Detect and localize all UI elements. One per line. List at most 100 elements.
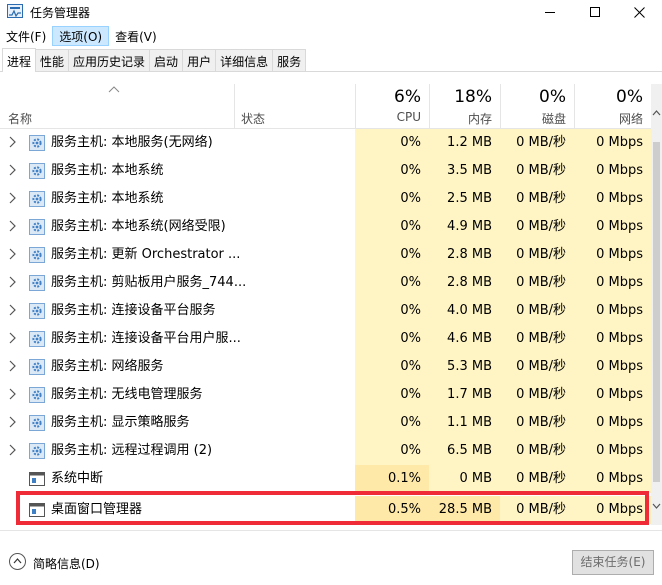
process-name: 系统中断	[51, 471, 104, 486]
cpu-value: 0%	[355, 213, 429, 241]
end-task-button[interactable]: 结束任务(E)	[572, 550, 654, 575]
gear-icon	[29, 387, 45, 403]
gear-icon	[29, 163, 45, 179]
chevron-right-icon[interactable]	[9, 416, 16, 428]
tab-processes[interactable]: 进程	[2, 48, 37, 72]
tab-bar: 进程 性能 应用历史记录 启动 用户 详细信息 服务	[0, 48, 662, 72]
minimize-button[interactable]	[527, 0, 572, 24]
menu-file[interactable]: 文件(F)	[0, 26, 52, 46]
table-row[interactable]: 服务主机: 无线电管理服务 0% 1.7 MB 0 MB/秒 0 Mbps	[0, 381, 651, 409]
column-header: 名称 状态 6% CPU 18% 内存 0% 磁盘 0% 网络	[0, 84, 651, 129]
close-icon	[634, 6, 645, 18]
process-name: 服务主机: 显示策略服务	[51, 415, 190, 430]
header-status[interactable]: 状态	[241, 110, 265, 127]
gear-icon	[29, 135, 45, 151]
chevron-right-icon[interactable]	[9, 164, 16, 176]
disk-value: 0 MB/秒	[500, 297, 574, 325]
network-value: 0 Mbps	[574, 353, 651, 381]
tab-details[interactable]: 详细信息	[215, 49, 274, 71]
tab-services[interactable]: 服务	[272, 49, 307, 71]
chevron-right-icon[interactable]	[9, 276, 16, 288]
fewer-details-button[interactable]	[9, 553, 26, 570]
memory-label: 内存	[467, 112, 492, 126]
process-name: 服务主机: 无线电管理服务	[51, 387, 203, 402]
disk-value: 0 MB/秒	[500, 353, 574, 381]
table-row[interactable]: 服务主机: 连接设备平台服务 0% 4.0 MB 0 MB/秒 0 Mbps	[0, 297, 651, 325]
table-row[interactable]: 服务主机: 本地系统 0% 3.5 MB 0 MB/秒 0 Mbps	[0, 157, 651, 185]
table-row[interactable]: 系统中断 0.1% 0 MB 0 MB/秒 0 Mbps	[0, 465, 651, 493]
process-name: 服务主机: 远程过程调用 (2)	[51, 443, 213, 458]
scroll-thumb[interactable]	[653, 142, 660, 482]
maximize-button[interactable]	[572, 0, 617, 24]
process-list: 服务主机: 本地服务(无网络) 0% 1.2 MB 0 MB/秒 0 Mbps …	[0, 129, 651, 524]
scroll-down-icon[interactable]	[652, 503, 661, 509]
chevron-right-icon[interactable]	[9, 220, 16, 232]
gear-icon	[29, 443, 45, 459]
chevron-right-icon[interactable]	[9, 360, 16, 372]
table-row[interactable]: 服务主机: 本地系统(网络受限) 0% 4.9 MB 0 MB/秒 0 Mbps	[0, 213, 651, 241]
memory-total: 18%	[454, 87, 492, 107]
chevron-right-icon[interactable]	[9, 304, 16, 316]
task-manager-icon	[7, 4, 23, 18]
tab-performance[interactable]: 性能	[35, 49, 70, 71]
cpu-value: 0%	[355, 353, 429, 381]
chevron-right-icon[interactable]	[9, 332, 16, 344]
chevron-right-icon[interactable]	[9, 136, 16, 148]
network-value: 0 Mbps	[574, 465, 651, 493]
tab-users[interactable]: 用户	[182, 49, 217, 71]
table-row[interactable]: 服务主机: 连接设备平台用户服... 0% 4.6 MB 0 MB/秒 0 Mb…	[0, 325, 651, 353]
fewer-details-label[interactable]: 简略信息(D)	[33, 555, 100, 572]
close-button[interactable]	[617, 0, 662, 24]
memory-value: 0 MB	[429, 465, 500, 493]
chevron-right-icon[interactable]	[9, 444, 16, 456]
menu-view[interactable]: 查看(V)	[109, 26, 163, 46]
chevron-right-icon[interactable]	[9, 248, 16, 260]
memory-value: 4.9 MB	[429, 213, 500, 241]
table-row[interactable]: 服务主机: 更新 Orchestrator ... 0% 2.8 MB 0 MB…	[0, 241, 651, 269]
process-name: 服务主机: 本地系统(网络受限)	[51, 219, 226, 234]
gear-icon	[29, 303, 45, 319]
network-value: 0 Mbps	[574, 381, 651, 409]
table-row[interactable]: 服务主机: 剪贴板用户服务_744... 0% 2.8 MB 0 MB/秒 0 …	[0, 269, 651, 297]
disk-value: 0 MB/秒	[500, 157, 574, 185]
process-name: 服务主机: 剪贴板用户服务_744...	[51, 275, 247, 290]
tab-app-history[interactable]: 应用历史记录	[68, 49, 151, 71]
table-row[interactable]: 服务主机: 本地系统 0% 2.5 MB 0 MB/秒 0 Mbps	[0, 185, 651, 213]
cpu-value: 0%	[355, 157, 429, 185]
disk-value: 0 MB/秒	[500, 381, 574, 409]
cpu-total: 6%	[394, 87, 421, 107]
table-row[interactable]: 服务主机: 本地服务(无网络) 0% 1.2 MB 0 MB/秒 0 Mbps	[0, 129, 651, 157]
menu-options[interactable]: 选项(O)	[52, 26, 110, 46]
maximize-icon	[589, 7, 600, 17]
cpu-value: 0%	[355, 241, 429, 269]
table-row[interactable]: 服务主机: 网络服务 0% 5.3 MB 0 MB/秒 0 Mbps	[0, 353, 651, 381]
network-value: 0 Mbps	[574, 409, 651, 437]
tab-startup[interactable]: 启动	[149, 49, 184, 71]
header-network[interactable]: 0% 网络	[574, 84, 651, 129]
header-name[interactable]: 名称	[8, 110, 32, 127]
gear-icon	[29, 415, 45, 431]
table-row[interactable]: 服务主机: 显示策略服务 0% 1.1 MB 0 MB/秒 0 Mbps	[0, 409, 651, 437]
header-cpu[interactable]: 6% CPU	[355, 84, 429, 129]
header-memory[interactable]: 18% 内存	[429, 84, 500, 129]
disk-value: 0 MB/秒	[500, 213, 574, 241]
chevron-right-icon[interactable]	[9, 388, 16, 400]
chevron-right-icon[interactable]	[9, 192, 16, 204]
column-divider[interactable]	[234, 84, 235, 129]
network-total: 0%	[616, 87, 643, 107]
process-name: 服务主机: 网络服务	[51, 359, 164, 374]
memory-value: 2.8 MB	[429, 269, 500, 297]
process-name: 服务主机: 本地服务(无网络)	[51, 135, 213, 150]
vertical-scrollbar[interactable]	[651, 84, 662, 525]
scroll-up-icon[interactable]	[652, 110, 661, 116]
window-title: 任务管理器	[30, 6, 91, 20]
network-value: 0 Mbps	[574, 185, 651, 213]
network-value: 0 Mbps	[574, 157, 651, 185]
cpu-value: 0%	[355, 409, 429, 437]
gear-icon	[29, 219, 45, 235]
window-icon	[29, 472, 45, 486]
table-row[interactable]: 服务主机: 远程过程调用 (2) 0% 6.5 MB 0 MB/秒 0 Mbps	[0, 437, 651, 465]
disk-value: 0 MB/秒	[500, 437, 574, 465]
header-disk[interactable]: 0% 磁盘	[500, 84, 574, 129]
memory-value: 2.8 MB	[429, 241, 500, 269]
